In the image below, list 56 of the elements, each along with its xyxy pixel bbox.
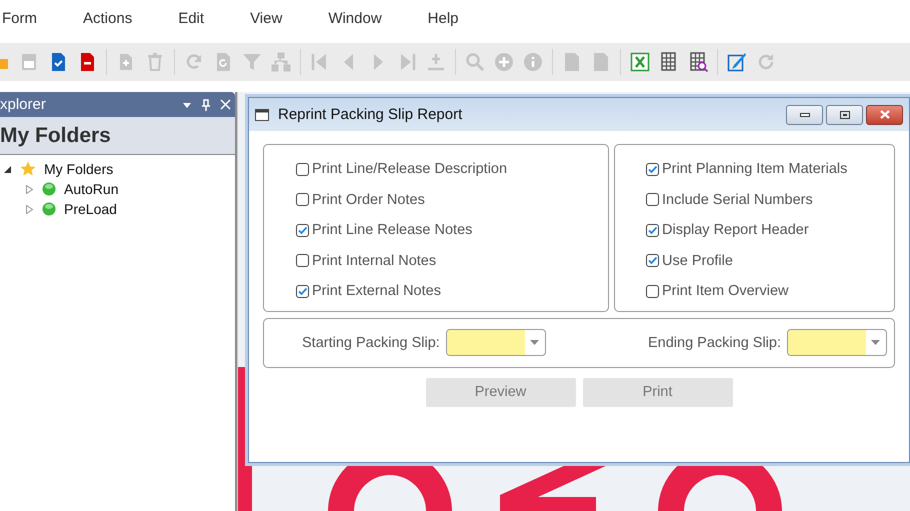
field-label: Starting Packing Slip: — [302, 334, 440, 350]
collapsed-arrow-icon[interactable] — [25, 184, 34, 194]
star-icon — [20, 161, 36, 177]
checkbox[interactable] — [296, 254, 309, 268]
checkbox-label[interactable]: Use Profile — [662, 252, 733, 269]
table-icon[interactable] — [659, 52, 679, 72]
checkbox[interactable] — [646, 254, 659, 268]
window-icon — [255, 108, 269, 120]
collapsed-arrow-icon[interactable] — [25, 204, 34, 214]
pin-icon[interactable] — [201, 98, 211, 110]
spreadsheet-icon[interactable] — [630, 52, 650, 72]
caret-icon — [530, 340, 539, 345]
checkbox[interactable] — [296, 284, 309, 298]
checkbox-label[interactable]: Print External Notes — [312, 283, 441, 300]
checkbox[interactable] — [296, 193, 309, 206]
tree-item[interactable]: My Folders — [44, 161, 114, 177]
expanded-arrow-icon[interactable] — [3, 164, 12, 174]
dropdown-field[interactable] — [446, 329, 546, 356]
status-dot-icon — [42, 182, 56, 196]
checkbox-label[interactable]: Print Planning Item Materials — [662, 161, 848, 178]
panel-heading: My Folders — [0, 117, 235, 155]
panel-title: xplorer — [0, 96, 46, 113]
checkbox-label[interactable]: Print Order Notes — [312, 192, 425, 208]
checkbox[interactable] — [646, 284, 659, 298]
minimize-icon — [800, 112, 810, 116]
menu-item[interactable]: Actions — [83, 10, 132, 26]
menu-item[interactable]: Form — [2, 10, 37, 26]
maximize-icon — [840, 110, 850, 118]
status-dot-icon — [42, 202, 56, 216]
checkbox-label[interactable]: Print Item Overview — [662, 283, 788, 300]
checkbox[interactable] — [646, 193, 659, 206]
checkbox-label[interactable]: Print Internal Notes — [312, 252, 436, 269]
checkbox-label[interactable]: Print Line/Release Description — [312, 161, 508, 178]
checkbox[interactable] — [296, 224, 309, 237]
close-button[interactable] — [866, 104, 903, 124]
checkbox-label[interactable]: Display Report Header — [662, 222, 809, 238]
table-search-icon[interactable] — [688, 52, 708, 72]
field-label: Ending Packing Slip: — [648, 334, 781, 350]
checkbox-label[interactable]: Include Serial Numbers — [662, 192, 813, 208]
checkbox[interactable] — [296, 162, 309, 176]
maximize-button[interactable] — [826, 104, 863, 124]
checkbox[interactable] — [646, 162, 659, 176]
menu-item[interactable]: View — [250, 10, 282, 26]
menu-item[interactable]: Help — [428, 10, 459, 26]
dropdown-field[interactable] — [787, 329, 887, 356]
menu-item[interactable]: Edit — [178, 10, 204, 26]
caret-icon — [871, 340, 880, 345]
menu-item[interactable]: Window — [328, 10, 382, 26]
tree-item[interactable]: PreLoad — [64, 201, 117, 217]
checkbox[interactable] — [646, 224, 659, 237]
dialog-title: Reprint Packing Slip Report — [278, 106, 464, 123]
checkbox-label[interactable]: Print Line Release Notes — [312, 222, 472, 238]
minimize-button[interactable] — [786, 104, 823, 124]
tree-item[interactable]: AutoRun — [64, 181, 118, 197]
close-icon — [880, 110, 890, 119]
close-icon[interactable] — [220, 99, 231, 110]
